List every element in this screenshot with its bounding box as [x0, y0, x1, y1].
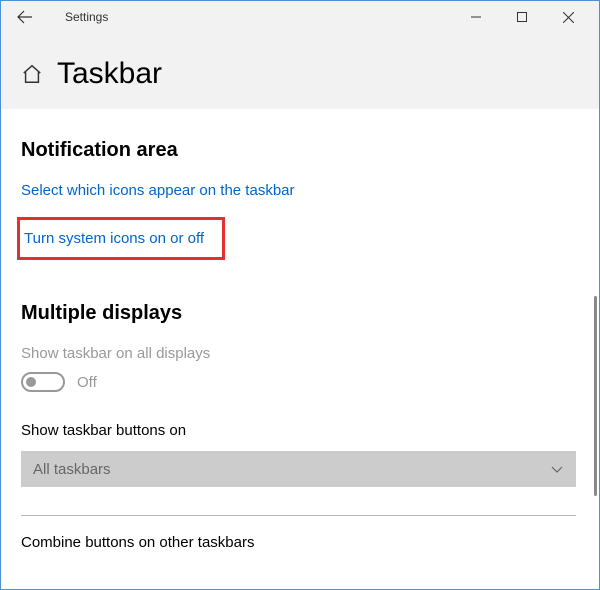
link-system-icons-onoff[interactable]: Turn system icons on or off: [24, 230, 204, 247]
chevron-down-icon: [550, 462, 564, 476]
section-notification-area-title: Notification area: [21, 139, 579, 162]
home-icon: [21, 63, 43, 85]
arrow-left-icon: [17, 9, 33, 25]
content-area: Notification area Select which icons app…: [1, 109, 599, 551]
titlebar: Settings: [1, 1, 599, 33]
label-show-taskbar-buttons-on: Show taskbar buttons on: [21, 422, 579, 439]
window-title: Settings: [65, 10, 108, 24]
close-button[interactable]: [545, 1, 591, 33]
link-select-taskbar-icons[interactable]: Select which icons appear on the taskbar: [21, 182, 579, 199]
scrollbar[interactable]: [594, 296, 597, 496]
dropdown-show-buttons-on[interactable]: All taskbars: [21, 451, 576, 487]
toggle-row-show-all-displays: Off: [21, 372, 579, 392]
minimize-button[interactable]: [453, 1, 499, 33]
maximize-icon: [517, 12, 527, 22]
toggle-show-all-displays[interactable]: [21, 372, 65, 392]
window-controls: [453, 1, 591, 33]
toggle-state-label: Off: [77, 374, 97, 391]
section-multiple-displays-title: Multiple displays: [21, 302, 579, 325]
divider: [21, 515, 576, 516]
label-combine-buttons: Combine buttons on other taskbars: [21, 534, 579, 551]
page-header: Taskbar: [1, 33, 599, 109]
dropdown-value: All taskbars: [33, 461, 111, 478]
page-title: Taskbar: [57, 57, 162, 91]
highlight-box: Turn system icons on or off: [17, 217, 225, 260]
label-show-taskbar-all-displays: Show taskbar on all displays: [21, 345, 579, 362]
minimize-icon: [471, 12, 481, 22]
toggle-knob: [26, 377, 36, 387]
close-icon: [563, 12, 574, 23]
back-button[interactable]: [9, 1, 41, 33]
maximize-button[interactable]: [499, 1, 545, 33]
